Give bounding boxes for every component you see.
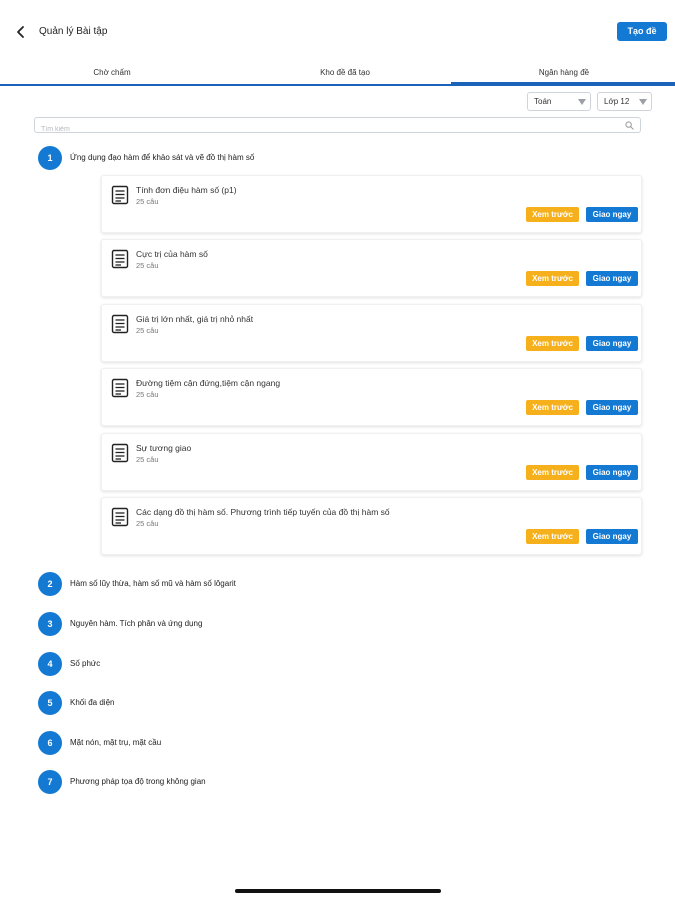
assign-now-button[interactable]: Giao ngay xyxy=(586,207,638,222)
lesson-card[interactable]: Cực trị của hàm số 25 câu Xem trước Giao ng… xyxy=(101,239,642,297)
preview-button[interactable]: Xem trước xyxy=(526,271,579,286)
assign-now-button[interactable]: Giao ngay xyxy=(586,400,638,415)
preview-button[interactable]: Xem trước xyxy=(526,400,579,415)
header: Quản lý Bài tập Tạo đề xyxy=(0,0,675,62)
lesson-card[interactable]: Các dạng đồ thị hàm số. Phương trình tiế… xyxy=(101,497,642,555)
preview-button[interactable]: Xem trước xyxy=(526,336,579,351)
topic-item[interactable]: 6 Mặt nón, mặt trụ, mặt cầu xyxy=(0,731,675,755)
assign-now-button[interactable]: Giao ngay xyxy=(586,271,638,286)
lesson-title: Sự tương giao xyxy=(136,443,192,453)
topic-number-badge: 3 xyxy=(38,612,62,636)
preview-button[interactable]: Xem trước xyxy=(526,207,579,222)
lesson-card[interactable]: Tính đơn điệu hàm số (p1) 25 câu Xem trước… xyxy=(101,175,642,233)
tab-bar: Chờ chấm Kho đề đã tạo Ngân hàng đề xyxy=(0,64,675,86)
document-list-icon xyxy=(111,249,129,269)
assign-now-button[interactable]: Giao ngay xyxy=(586,465,638,480)
lesson-question-count: 25 câu xyxy=(136,197,159,206)
topic-title: Phương pháp tọa độ trong không gian xyxy=(70,777,206,786)
preview-button[interactable]: Xem trước xyxy=(526,529,579,544)
subject-select-value: Toán xyxy=(534,97,552,106)
lesson-question-count: 25 câu xyxy=(136,519,159,528)
lesson-title: Tính đơn điệu hàm số (p1) xyxy=(136,185,237,195)
subject-select[interactable]: Toán xyxy=(527,92,591,111)
preview-button[interactable]: Xem trước xyxy=(526,465,579,480)
topic-number-badge: 7 xyxy=(38,770,62,794)
topic-title: Mặt nón, mặt trụ, mặt cầu xyxy=(70,738,162,747)
topic-item[interactable]: 7 Phương pháp tọa độ trong không gian xyxy=(0,770,675,794)
search-icon[interactable] xyxy=(625,121,634,130)
grade-select[interactable]: Lớp 12 xyxy=(597,92,652,111)
lesson-question-count: 25 câu xyxy=(136,326,159,335)
topic-title: Khối đa diện xyxy=(70,698,115,707)
create-exam-button[interactable]: Tạo đề xyxy=(617,22,667,41)
active-tab-indicator xyxy=(451,82,675,86)
topic-title: Hàm số lũy thừa, hàm số mũ và hàm số lôg… xyxy=(70,579,236,588)
topic-item[interactable]: 5 Khối đa diện xyxy=(0,691,675,715)
grade-select-value: Lớp 12 xyxy=(604,97,630,106)
topic-item[interactable]: 2 Hàm số lũy thừa, hàm số mũ và hàm số lô… xyxy=(0,572,675,596)
dropdown-caret-icon xyxy=(578,99,586,105)
topic-title: Số phức xyxy=(70,659,101,668)
topic-number-badge: 2 xyxy=(38,572,62,596)
tab-created-exams[interactable]: Kho đề đã tạo xyxy=(265,68,425,77)
search-box[interactable] xyxy=(34,117,641,137)
page-title: Quản lý Bài tập xyxy=(39,26,108,37)
lesson-title: Các dạng đồ thị hàm số. Phương trình tiế… xyxy=(136,507,390,517)
lesson-question-count: 25 câu xyxy=(136,261,159,270)
search-input[interactable] xyxy=(35,122,615,137)
assign-now-button[interactable]: Giao ngay xyxy=(586,336,638,351)
topic-item[interactable]: 4 Số phức xyxy=(0,652,675,676)
back-chevron-icon[interactable] xyxy=(13,24,29,40)
topic-number-badge: 4 xyxy=(38,652,62,676)
dropdown-caret-icon xyxy=(639,99,647,105)
assign-now-button[interactable]: Giao ngay xyxy=(586,529,638,544)
lesson-title: Cực trị của hàm số xyxy=(136,249,208,259)
lesson-card[interactable]: Đường tiệm cận đứng,tiệm cận ngang 25 câu… xyxy=(101,368,642,426)
document-list-icon xyxy=(111,185,129,205)
lesson-title: Giá trị lớn nhất, giá trị nhỏ nhất xyxy=(136,314,254,324)
topic-item[interactable]: 1 Ứng dụng đạo hàm để khảo sát và vẽ đồ t… xyxy=(0,146,675,170)
document-list-icon xyxy=(111,507,129,527)
tab-pending-grading[interactable]: Chờ chấm xyxy=(32,68,192,77)
lesson-question-count: 25 câu xyxy=(136,455,159,464)
tab-question-bank[interactable]: Ngân hàng đề xyxy=(484,68,644,77)
lesson-title: Đường tiệm cận đứng,tiệm cận ngang xyxy=(136,378,281,388)
lesson-card[interactable]: Giá trị lớn nhất, giá trị nhỏ nhất 25 câu… xyxy=(101,304,642,362)
topic-title: Nguyên hàm. Tích phân và ứng dụng xyxy=(70,619,203,628)
home-indicator xyxy=(235,889,441,893)
topic-number-badge: 6 xyxy=(38,731,62,755)
lesson-question-count: 25 câu xyxy=(136,390,159,399)
topic-number-badge: 1 xyxy=(38,146,62,170)
document-list-icon xyxy=(111,378,129,398)
topic-number-badge: 5 xyxy=(38,691,62,715)
topic-item[interactable]: 3 Nguyên hàm. Tích phân và ứng dụng xyxy=(0,612,675,636)
document-list-icon xyxy=(111,443,129,463)
document-list-icon xyxy=(111,314,129,334)
lesson-card[interactable]: Sự tương giao 25 câu Xem trước Giao ngay xyxy=(101,433,642,491)
topic-title: Ứng dụng đạo hàm để khảo sát và vẽ đồ th… xyxy=(70,153,255,162)
